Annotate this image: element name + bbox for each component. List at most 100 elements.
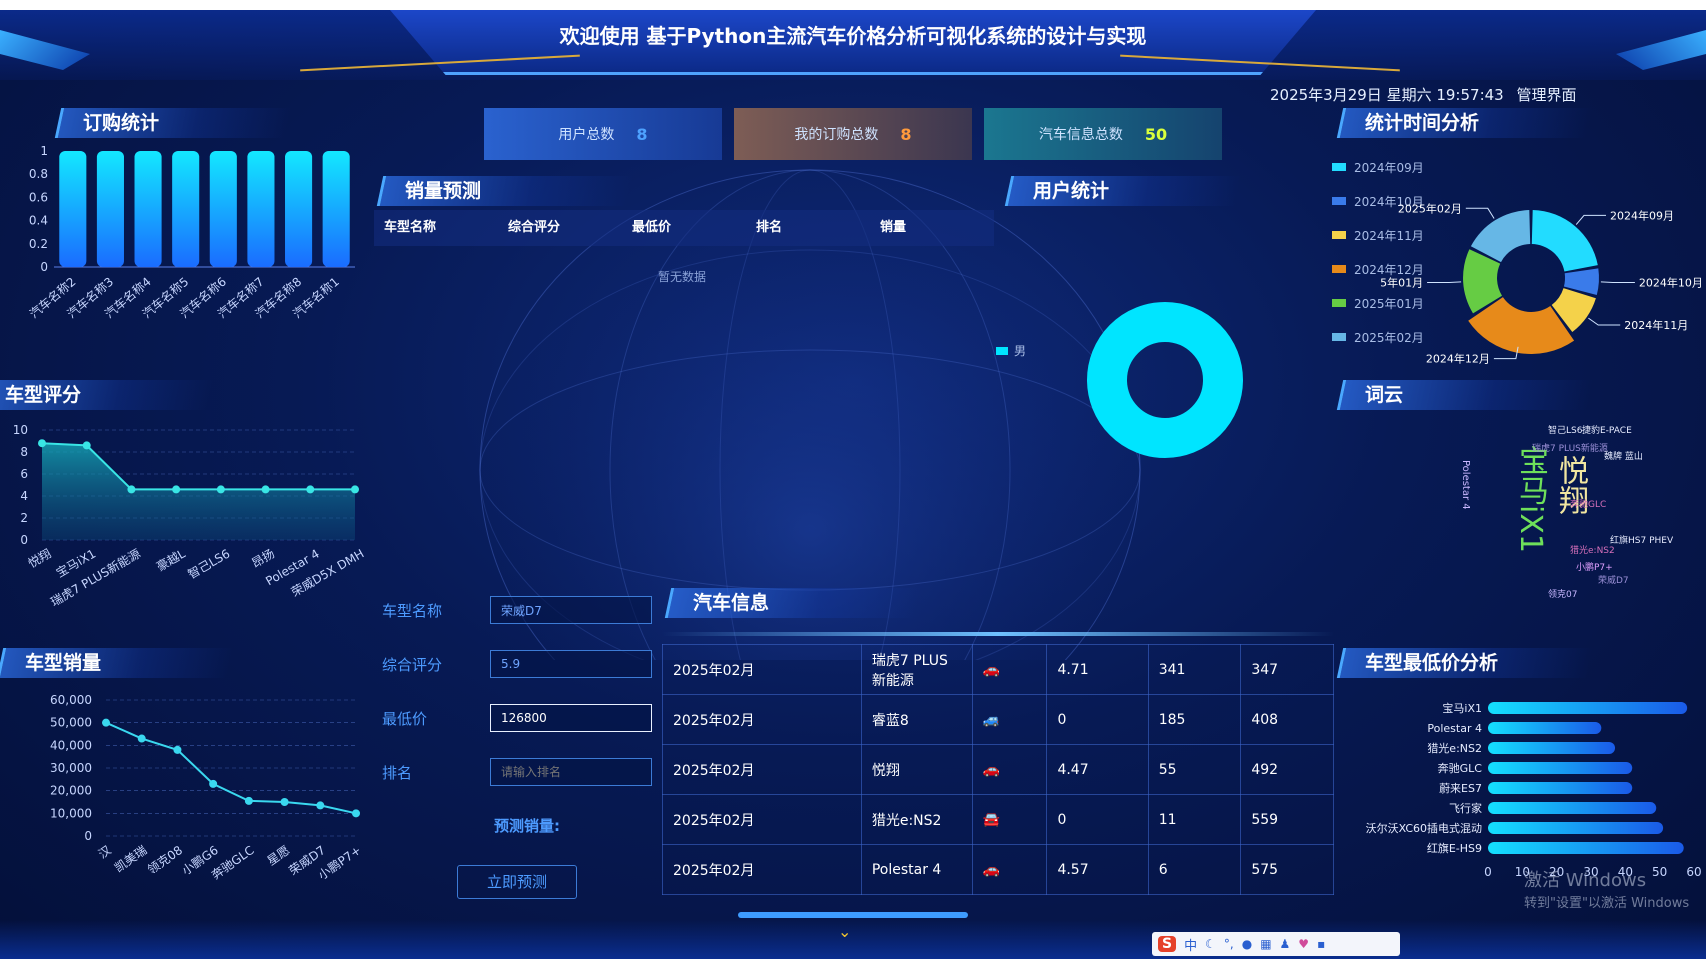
user-legend-swatch: [996, 346, 1008, 355]
bar: [247, 151, 275, 267]
bar: [1488, 782, 1633, 794]
ime-toolbar[interactable]: S 中 ☾ °, ● ▦ ♟ ♥ ▪: [1152, 932, 1400, 956]
cell-rank: 6: [1147, 844, 1242, 895]
form-row: 排名: [382, 754, 652, 790]
car-image-icon: 🚙: [982, 711, 1001, 728]
car-info-table: 2025年02月 瑞虎7 PLUS新能源 🚗 4.71 341 347 2025…: [662, 644, 1334, 895]
table-row[interactable]: 2025年02月 Polestar 4 🚗 4.57 6 575: [662, 844, 1334, 895]
sales-line-chart: 60,000 50,000 40,000 30,000 20,000 10,000 0汉凯美…: [50, 693, 364, 883]
panel-title-order-stats: 订购统计: [54, 108, 292, 138]
rank-input[interactable]: [490, 758, 652, 786]
pie-slice: [1087, 302, 1243, 458]
datetime-text: 2025年3月29日 星期六 19:57:43: [1270, 86, 1504, 104]
ime-skin-icon: ♥: [1298, 937, 1310, 951]
x-tick-label: 0: [1484, 865, 1492, 879]
car-image-icon: 🚘: [982, 811, 1001, 828]
user-legend: 男: [996, 342, 1026, 359]
pie-label-line: [1427, 281, 1462, 283]
x-tick-label: 悦翔: [26, 546, 54, 570]
cell-name: 睿蓝8: [860, 694, 973, 745]
cell-rank: 11: [1147, 794, 1242, 845]
pie-slice: [1531, 210, 1598, 272]
panel-title-word-cloud: 词云: [1336, 380, 1594, 410]
forecast-form: 车型名称 综合评分 最低价 排名 预测销量:: [382, 592, 652, 844]
cell-sales: 492: [1240, 744, 1334, 795]
legend-swatch: [1332, 197, 1346, 205]
bar: [285, 151, 313, 267]
y-tick-label: 40,000: [50, 738, 92, 752]
pie-label: 2025年01月: [1380, 276, 1423, 290]
ime-user-icon: ♟: [1279, 937, 1291, 951]
form-row: 综合评分: [382, 646, 652, 682]
pie-label: 2024年11月: [1624, 318, 1688, 332]
pie-label: 2024年12月: [1426, 352, 1490, 366]
score-point: [216, 485, 225, 494]
x-tick-label: 凯美瑞: [112, 843, 150, 875]
legend-swatch: [1332, 299, 1346, 307]
y-tick-label: 8: [20, 445, 28, 459]
admin-link[interactable]: 管理界面: [1517, 86, 1577, 104]
y-tick-label: 2: [20, 511, 28, 525]
model-name-input[interactable]: [490, 596, 652, 624]
cell-score: 4.47: [1046, 744, 1149, 795]
y-tick-label: 20,000: [50, 784, 92, 798]
word-cloud-word: Polestar 4: [1460, 460, 1471, 510]
chevron-down-icon[interactable]: ⌄: [838, 922, 851, 941]
score-input[interactable]: [490, 650, 652, 678]
pie-label: 2025年02月: [1398, 201, 1462, 215]
legend-swatch: [1332, 333, 1346, 341]
sales-point: [137, 734, 146, 743]
form-row: 最低价: [382, 700, 652, 736]
forecast-col-price: 最低价: [632, 220, 672, 235]
sales-point: [173, 745, 182, 754]
y-tick-label: 0: [40, 260, 48, 274]
forecast-result-label: 预测销量:: [494, 817, 560, 835]
bar: [172, 151, 200, 267]
y-tick-label: 4: [20, 489, 28, 503]
word-cloud-word: 奔驰GLC: [1570, 500, 1607, 510]
y-tick-label: 沃尔沃XC60插电式混动: [1366, 821, 1482, 835]
score-point: [306, 485, 315, 494]
ime-mic-icon: ●: [1241, 937, 1253, 951]
y-tick-label: 50,000: [50, 716, 92, 730]
score-point: [351, 485, 359, 494]
x-tick-label: 昂扬: [249, 546, 277, 571]
form-label-model: 车型名称: [382, 601, 443, 620]
car-image-icon: 🚗: [982, 861, 1001, 878]
footer-frame: [0, 920, 1706, 959]
form-label-rank: 排名: [382, 763, 413, 782]
bar: [1488, 802, 1657, 814]
min-price-input[interactable]: [490, 704, 652, 732]
cell-sales: 347: [1240, 644, 1334, 695]
table-row[interactable]: 2025年02月 悦翔 🚗 4.47 55 492: [662, 744, 1334, 795]
window-top-strip: [0, 0, 1706, 10]
table-row[interactable]: 2025年02月 猎光e:NS2 🚘 0 11 559: [662, 794, 1334, 845]
car-image-icon: 🚗: [982, 661, 1001, 678]
table-row[interactable]: 2025年02月 瑞虎7 PLUS新能源 🚗 4.71 341 347: [662, 644, 1334, 695]
sales-point: [102, 718, 110, 727]
panel-title-model-score: 车型评分: [0, 380, 214, 410]
cell-date: 2025年02月: [662, 694, 862, 745]
bar: [209, 151, 237, 267]
y-tick-label: 飞行家: [1449, 801, 1482, 815]
pie-label-line: [1575, 214, 1606, 225]
predict-button[interactable]: 立即预测: [457, 865, 577, 899]
cell-rank: 341: [1147, 644, 1242, 695]
panel-title-time-analysis: 统计时间分析: [1336, 108, 1594, 138]
y-tick-label: 0: [20, 533, 28, 547]
y-tick-label: 0.4: [29, 214, 48, 228]
x-tick-label: 汉: [96, 843, 114, 861]
cell-sales: 575: [1240, 844, 1334, 895]
pie-label-line: [1600, 281, 1635, 283]
word-cloud-word: 荣威D7: [1598, 576, 1629, 586]
bar: [1488, 762, 1633, 774]
table-row[interactable]: 2025年02月 睿蓝8 🚙 0 185 408: [662, 694, 1334, 745]
order-bar-chart: 10.80.60.40.20汽车名称2汽车名称3汽车名称4汽车名称5汽车名称6汽…: [26, 145, 355, 321]
ime-keyboard-icon: ▦: [1260, 937, 1272, 951]
x-tick-label: 豪越L: [154, 545, 188, 573]
cell-date: 2025年02月: [662, 794, 862, 845]
sales-point: [316, 801, 325, 810]
word-cloud-word: 瑞虎7 PLUS新能源: [1532, 444, 1608, 454]
score-point: [172, 485, 181, 494]
sales-point: [209, 779, 218, 788]
